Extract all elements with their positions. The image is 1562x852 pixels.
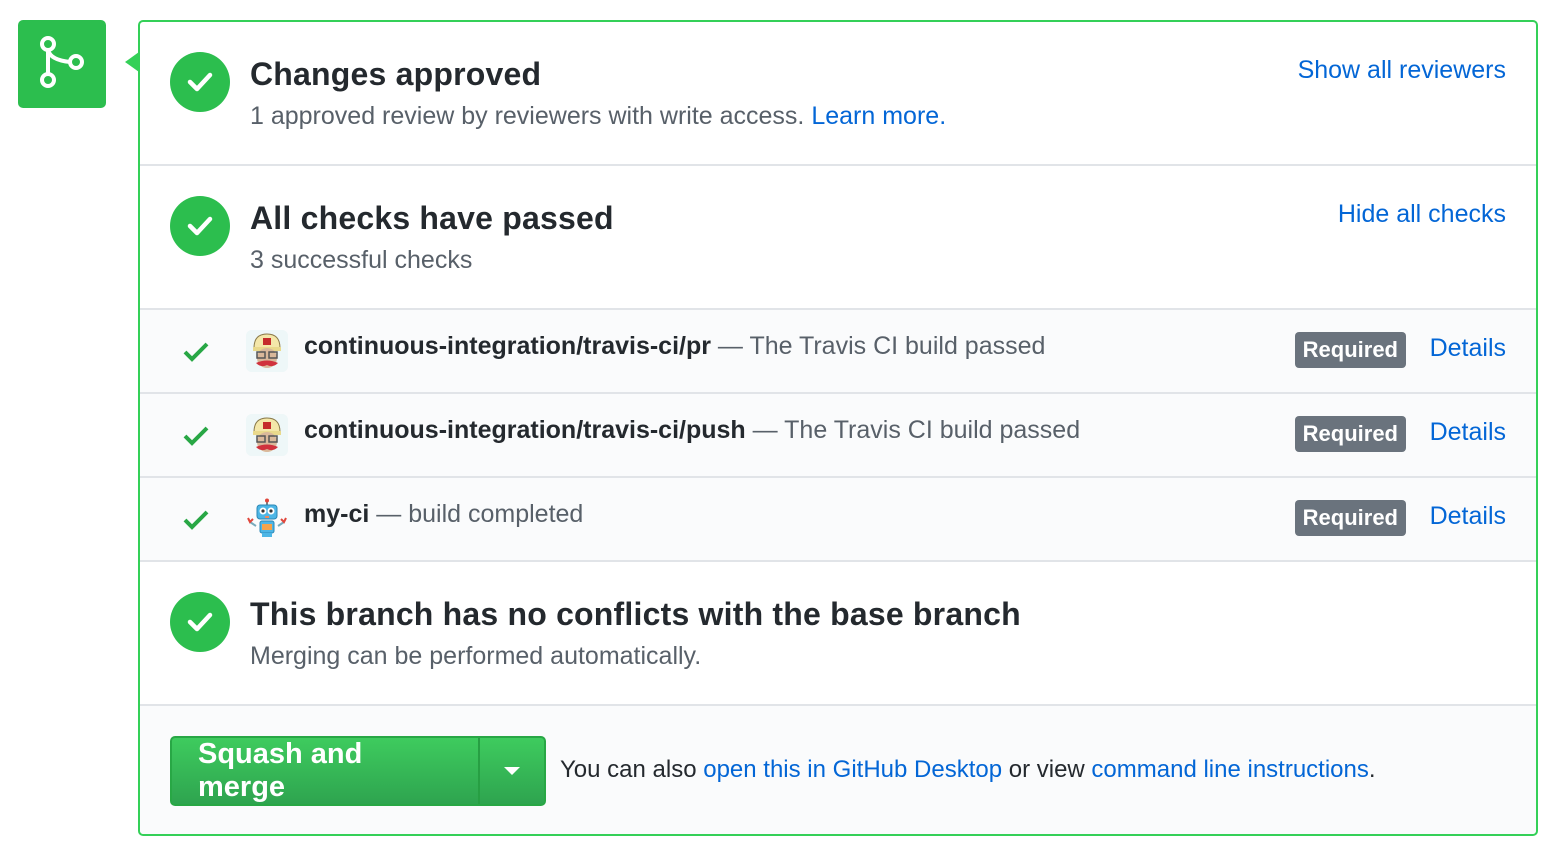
section-title: All checks have passed bbox=[250, 200, 614, 236]
travis-ci-avatar bbox=[246, 330, 288, 372]
check-icon bbox=[183, 426, 209, 446]
squash-and-merge-button[interactable]: Squash and merge bbox=[172, 738, 478, 804]
travis-ci-avatar bbox=[246, 414, 288, 456]
required-badge: Required bbox=[1294, 416, 1406, 452]
merge-button-group: Squash and merge bbox=[170, 736, 546, 806]
caret-down-icon bbox=[504, 767, 520, 775]
check-circle-icon bbox=[170, 52, 230, 112]
check-circle-icon bbox=[170, 592, 230, 652]
details-link[interactable]: Details bbox=[1430, 334, 1506, 363]
checks-status-section: All checks have passed 3 successful chec… bbox=[140, 166, 1536, 310]
hide-all-checks-link[interactable]: Hide all checks bbox=[1338, 200, 1506, 229]
check-text: continuous-integration/travis-ci/push — … bbox=[304, 416, 1081, 444]
merge-method-dropdown[interactable] bbox=[478, 738, 544, 804]
conflicts-status-section: This branch has no conflicts with the ba… bbox=[140, 562, 1536, 706]
github-desktop-link[interactable]: open this in GitHub Desktop bbox=[703, 756, 1002, 783]
required-badge: Required bbox=[1294, 500, 1406, 536]
required-badge: Required bbox=[1294, 332, 1406, 368]
check-name: continuous-integration/travis-ci/push bbox=[304, 416, 746, 444]
command-line-instructions-link[interactable]: command line instructions bbox=[1091, 756, 1368, 783]
details-link[interactable]: Details bbox=[1430, 418, 1506, 447]
review-status-section: Changes approved 1 approved review by re… bbox=[140, 22, 1536, 166]
git-merge-icon bbox=[40, 36, 84, 88]
learn-more-link[interactable]: Learn more. bbox=[811, 102, 946, 130]
check-description: build completed bbox=[408, 500, 584, 528]
check-description: The Travis CI build passed bbox=[784, 416, 1081, 444]
merge-alternatives-note: You can also open this in GitHub Desktop… bbox=[560, 756, 1376, 783]
check-row: my-ci — build completed Required Details bbox=[140, 478, 1536, 560]
section-subtitle: Merging can be performed automatically. bbox=[250, 642, 702, 670]
check-circle-icon bbox=[170, 196, 230, 256]
show-all-reviewers-link[interactable]: Show all reviewers bbox=[1298, 56, 1506, 85]
merge-action-section: Squash and merge You can also open this … bbox=[140, 706, 1536, 834]
check-row: continuous-integration/travis-ci/pr — Th… bbox=[140, 310, 1536, 394]
merge-status-panel: Changes approved 1 approved review by re… bbox=[138, 20, 1538, 836]
checks-list: continuous-integration/travis-ci/pr — Th… bbox=[140, 310, 1536, 562]
details-link[interactable]: Details bbox=[1430, 502, 1506, 531]
check-icon bbox=[183, 510, 209, 530]
section-subtitle: 1 approved review by reviewers with writ… bbox=[250, 102, 947, 130]
section-title: This branch has no conflicts with the ba… bbox=[250, 596, 1021, 632]
section-title: Changes approved bbox=[250, 56, 542, 92]
check-text: continuous-integration/travis-ci/pr — Th… bbox=[304, 332, 1046, 360]
check-text: my-ci — build completed bbox=[304, 500, 584, 528]
check-icon bbox=[183, 342, 209, 362]
check-row: continuous-integration/travis-ci/push — … bbox=[140, 394, 1536, 478]
check-name: my-ci bbox=[304, 500, 370, 528]
check-description: The Travis CI build passed bbox=[749, 332, 1046, 360]
git-merge-icon-box bbox=[18, 20, 106, 108]
section-subtitle: 3 successful checks bbox=[250, 246, 473, 274]
check-name: continuous-integration/travis-ci/pr bbox=[304, 332, 711, 360]
panel-pointer bbox=[125, 52, 139, 72]
robot-avatar bbox=[246, 498, 288, 540]
